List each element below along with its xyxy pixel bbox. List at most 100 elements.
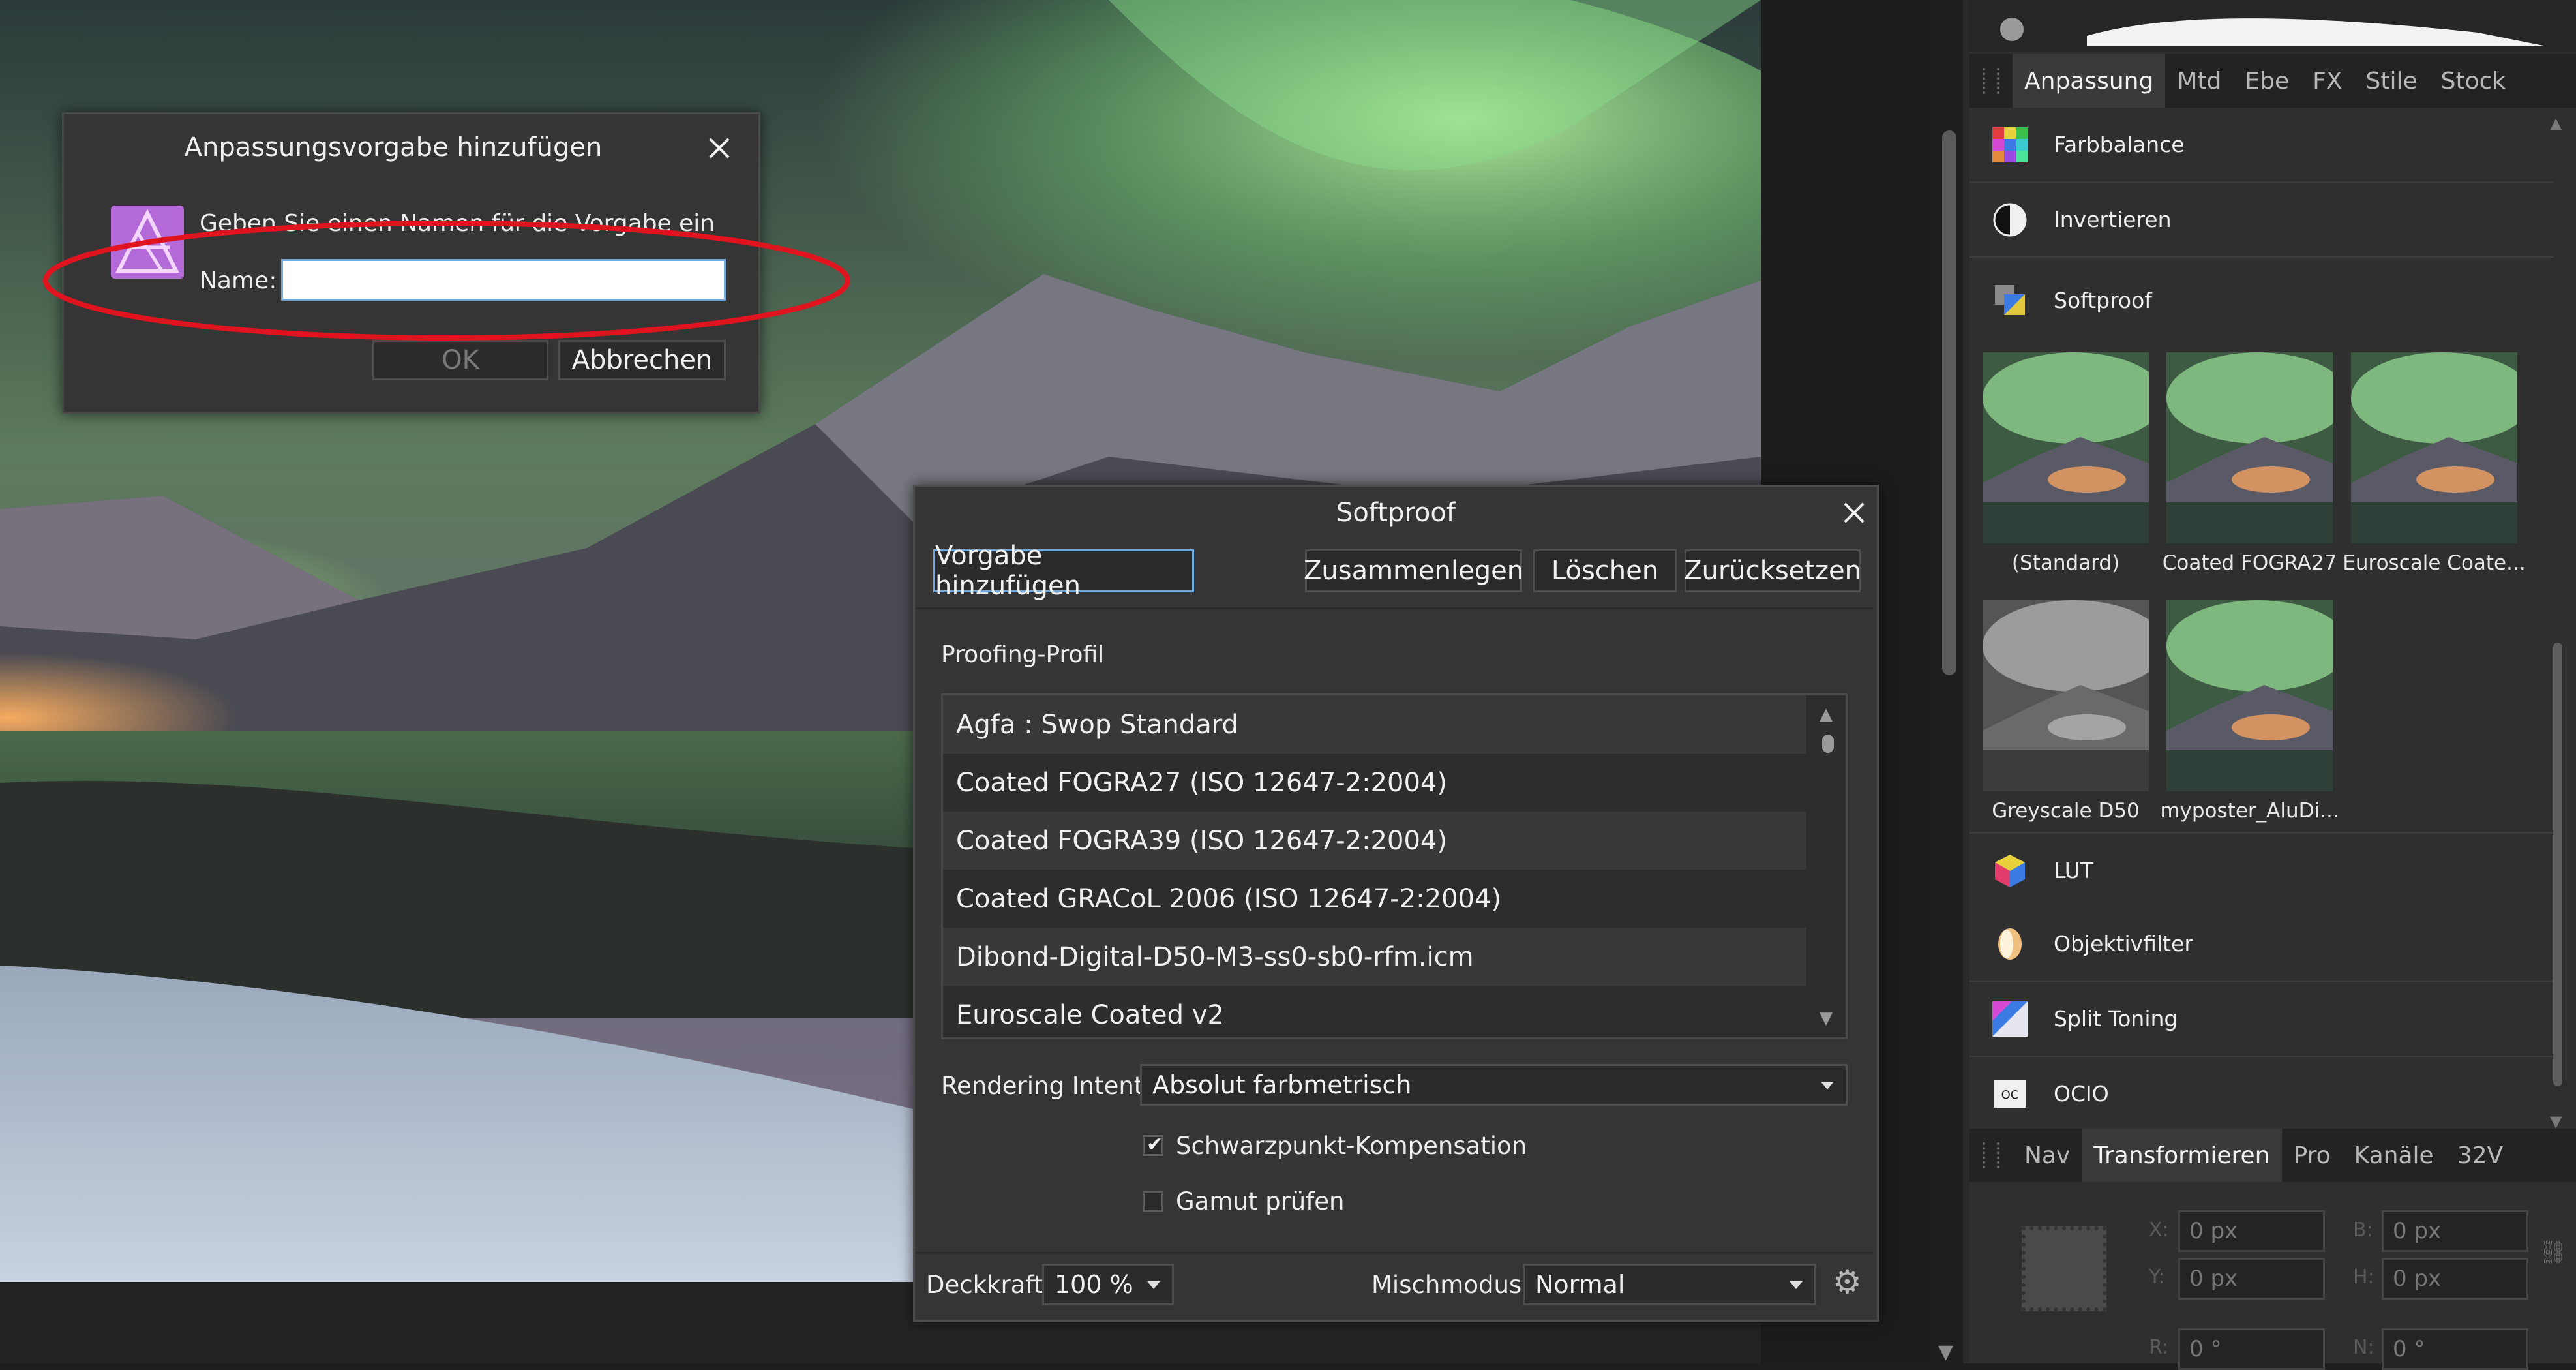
adjustment-color-balance[interactable]: Farbbalance bbox=[1969, 108, 2553, 183]
reset-button[interactable]: Zurücksetzen bbox=[1684, 549, 1861, 592]
tab-32v[interactable]: 32V bbox=[2446, 1129, 2515, 1182]
dialog-divider bbox=[915, 607, 1873, 609]
scroll-down-icon[interactable]: ▼ bbox=[2550, 1112, 2562, 1131]
dialog-divider bbox=[915, 1252, 1873, 1254]
canvas-vertical-scrollbar[interactable] bbox=[1942, 130, 1956, 675]
preset-preview-image bbox=[2166, 352, 2333, 543]
anchor-selector[interactable] bbox=[2022, 1226, 2106, 1311]
gear-icon[interactable]: ⚙ bbox=[1833, 1266, 1862, 1298]
rotation-label: R: bbox=[2149, 1336, 2169, 1359]
list-item[interactable]: Coated FOGRA39 (ISO 12647-2:2004) bbox=[943, 812, 1846, 870]
list-scrollbar[interactable]: ▲ ▼ bbox=[1806, 695, 1846, 1037]
black-point-label: Schwarzpunkt-Kompensation bbox=[1176, 1132, 1527, 1160]
tab-transform[interactable]: Transformieren bbox=[2082, 1129, 2282, 1182]
adjustment-softproof[interactable]: Softproof bbox=[1969, 258, 2553, 342]
adjustment-ocio[interactable]: OC OCIO bbox=[1969, 1057, 2553, 1131]
gamut-check-checkbox[interactable] bbox=[1143, 1191, 1163, 1212]
scrollbar-thumb[interactable] bbox=[2553, 643, 2562, 1086]
invert-icon bbox=[1992, 202, 2028, 237]
y-position-field[interactable]: 0 px bbox=[2178, 1258, 2325, 1300]
list-item[interactable]: Agfa : Swop Standard bbox=[943, 695, 1846, 754]
blend-mode-value: Normal bbox=[1535, 1270, 1625, 1299]
lens-filter-icon bbox=[1992, 926, 2028, 962]
tab-fx[interactable]: FX bbox=[2301, 54, 2354, 108]
scroll-up-icon[interactable]: ▲ bbox=[1820, 705, 1833, 724]
tab-stock[interactable]: Stock bbox=[2429, 54, 2518, 108]
adjustment-lens-filter[interactable]: Objektivfilter bbox=[1969, 907, 2553, 982]
transform-tab-bar: Nav Transformieren Pro Kanäle 32V bbox=[1969, 1129, 2576, 1182]
preset-thumbnail-greyscale[interactable]: Greyscale D50 bbox=[1983, 600, 2149, 823]
width-field[interactable]: 0 px bbox=[2382, 1210, 2528, 1252]
preset-label: Greyscale D50 bbox=[1992, 799, 2140, 823]
adjustment-label: Softproof bbox=[2054, 287, 2152, 313]
list-item[interactable]: Coated GRACoL 2006 (ISO 12647-2:2004) bbox=[943, 870, 1846, 928]
list-item[interactable]: Euroscale Coated v2 bbox=[943, 986, 1846, 1037]
tab-history[interactable]: Pro bbox=[2282, 1129, 2343, 1182]
ok-button[interactable]: OK bbox=[372, 340, 548, 380]
tab-adjustment[interactable]: Anpassung bbox=[2013, 54, 2166, 108]
ocio-icon: OC bbox=[1992, 1076, 2028, 1112]
rendering-intent-label: Rendering Intent: bbox=[941, 1072, 1152, 1100]
preset-thumbnail-myposter[interactable]: myposter_AluDi... bbox=[2160, 600, 2339, 823]
scroll-down-icon[interactable]: ▼ bbox=[1820, 1009, 1833, 1028]
adjustment-label: Objektivfilter bbox=[2054, 931, 2193, 956]
merge-button[interactable]: Zusammenlegen bbox=[1304, 549, 1523, 592]
rotation-field[interactable]: 0 ° bbox=[2178, 1328, 2325, 1370]
preset-label: Euroscale Coate... bbox=[2343, 551, 2526, 575]
tab-styles[interactable]: Stile bbox=[2354, 54, 2429, 108]
x-position-field[interactable]: 0 px bbox=[2178, 1210, 2325, 1252]
close-icon[interactable] bbox=[706, 135, 732, 161]
preset-preview-image bbox=[2351, 352, 2517, 543]
adjustment-split-toning[interactable]: Split Toning bbox=[1969, 982, 2553, 1058]
rendering-intent-dropdown[interactable]: Absolut farbmetrisch bbox=[1140, 1064, 1848, 1106]
scrollbar-thumb[interactable] bbox=[1822, 735, 1834, 753]
preset-thumbnail-euroscale[interactable]: Euroscale Coate... bbox=[2343, 352, 2526, 575]
tab-metadata[interactable]: Mtd bbox=[2165, 54, 2233, 108]
tab-navigator[interactable]: Nav bbox=[2013, 1129, 2082, 1182]
link-chain-icon[interactable]: ⛓ bbox=[2539, 1240, 2567, 1266]
panel-divider[interactable] bbox=[1963, 0, 1969, 1363]
adjustment-label: OCIO bbox=[2054, 1081, 2109, 1106]
black-point-checkbox[interactable] bbox=[1143, 1133, 1163, 1156]
softproof-icon bbox=[1992, 282, 2028, 318]
blend-mode-dropdown[interactable]: Normal bbox=[1523, 1264, 1816, 1305]
scroll-down-icon[interactable]: ▼ bbox=[1938, 1341, 1953, 1363]
preset-thumbnail-standard[interactable]: (Standard) bbox=[1983, 352, 2149, 575]
preset-thumbnail-fogra27[interactable]: Coated FOGRA27 bbox=[2163, 352, 2337, 575]
rendering-intent-value: Absolut farbmetrisch bbox=[1152, 1071, 1412, 1099]
preset-preview-image bbox=[1983, 600, 2149, 791]
close-icon[interactable] bbox=[1841, 500, 1867, 526]
lut-icon bbox=[1992, 853, 2028, 889]
width-label: B: bbox=[2353, 1219, 2373, 1241]
shear-field[interactable]: 0 ° bbox=[2382, 1328, 2528, 1370]
adjustments-scrollbar[interactable]: ▲ ▼ bbox=[2550, 114, 2564, 1132]
add-preset-button[interactable]: Vorgabe hinzufügen bbox=[933, 541, 1194, 601]
tab-layers[interactable]: Ebe bbox=[2233, 54, 2301, 108]
preset-preview-image bbox=[1983, 352, 2149, 543]
x-label: X: bbox=[2149, 1219, 2169, 1241]
preset-label: Coated FOGRA27 bbox=[2162, 551, 2337, 575]
adjustment-lut[interactable]: LUT bbox=[1969, 832, 2553, 909]
tab-channels[interactable]: Kanäle bbox=[2343, 1129, 2446, 1182]
scroll-up-icon[interactable]: ▲ bbox=[2550, 114, 2562, 132]
list-item[interactable]: Dibond-Digital-D50-M3-ss0-sb0-rfm.icm bbox=[943, 928, 1846, 986]
list-item[interactable]: Coated FOGRA27 (ISO 12647-2:2004) bbox=[943, 754, 1846, 812]
chevron-down-icon bbox=[1147, 1281, 1160, 1289]
adjustment-invert[interactable]: Invertieren bbox=[1969, 183, 2553, 258]
preset-label: myposter_AluDi... bbox=[2160, 799, 2339, 823]
proofing-profile-list[interactable]: Agfa : Swop Standard Coated FOGRA27 (ISO… bbox=[941, 693, 1848, 1039]
panel-grip-icon[interactable] bbox=[1983, 68, 1999, 94]
opacity-label: Deckkraft: bbox=[926, 1271, 1051, 1299]
gamut-check-label: Gamut prüfen bbox=[1176, 1187, 1345, 1215]
adjustment-label: Invertieren bbox=[2054, 207, 2172, 232]
blend-mode-label: Mischmodus: bbox=[1371, 1271, 1530, 1299]
opacity-dropdown[interactable]: 100 % bbox=[1042, 1264, 1174, 1305]
adjustment-label: Farbbalance bbox=[2054, 132, 2185, 157]
panel-grip-icon[interactable] bbox=[1983, 1142, 1999, 1168]
brush-preview-strip bbox=[1969, 0, 2576, 52]
height-field[interactable]: 0 px bbox=[2382, 1258, 2528, 1300]
cancel-button[interactable]: Abbrechen bbox=[558, 340, 726, 380]
delete-button[interactable]: Löschen bbox=[1533, 549, 1677, 592]
chevron-down-icon bbox=[1790, 1281, 1803, 1289]
svg-text:OC: OC bbox=[2001, 1088, 2019, 1102]
